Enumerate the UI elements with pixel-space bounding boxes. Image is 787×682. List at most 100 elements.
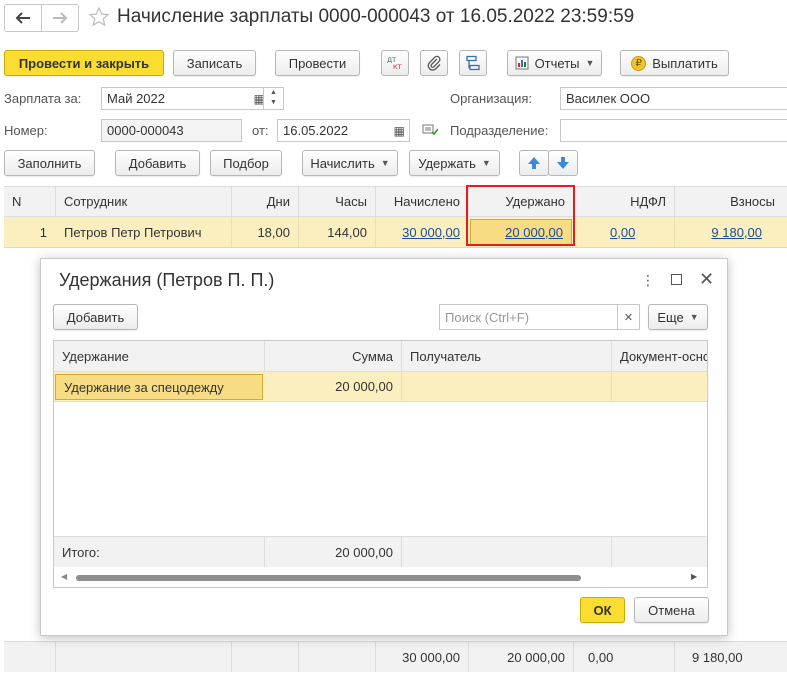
select-button[interactable]: Подбор <box>210 150 282 176</box>
arrow-right-icon[interactable] <box>42 5 79 31</box>
fill-button[interactable]: Заполнить <box>4 150 95 176</box>
calendar-icon[interactable]: ▦ <box>394 124 405 138</box>
row-ndfl-link[interactable]: 0,00 <box>610 225 635 240</box>
add-button[interactable]: Добавить <box>115 150 200 176</box>
salary-period-field[interactable]: Май 2022 ▦ <box>101 87 270 110</box>
table-row[interactable]: 1 Петров Петр Петрович 18,00 144,00 30 0… <box>4 217 787 248</box>
withholdings-dialog: Удержания (Петров П. П.) ⋮ ✕ Добавить По… <box>40 258 728 636</box>
date-value: 16.05.2022 <box>283 123 349 138</box>
accrue-label: Начислить <box>310 155 375 171</box>
scroll-right-icon[interactable]: ▶ <box>691 572 697 581</box>
dt-kt-icon: ДТ КТ <box>387 56 402 71</box>
star-icon[interactable] <box>88 6 110 28</box>
page-title: Начисление зарплаты 0000-000043 от 16.05… <box>117 6 635 27</box>
org-label: Организация: <box>450 91 533 106</box>
close-icon[interactable]: ✕ <box>699 269 714 290</box>
accrue-button[interactable]: Начислить ▼ <box>302 150 398 176</box>
dlg-total-value: 20 000,00 <box>335 544 393 560</box>
more-label: Еще <box>657 309 684 325</box>
dlg-row-doc <box>612 372 707 401</box>
date-field[interactable]: 16.05.2022 ▦ <box>277 119 410 142</box>
dialog-search-input[interactable]: Поиск (Ctrl+F) <box>439 304 639 330</box>
arrow-down-icon <box>557 157 569 169</box>
dt-kt-button[interactable]: ДТ КТ <box>381 50 409 76</box>
table-footer: 30 000,00 20 000,00 0,00 9 180,00 <box>4 641 787 672</box>
col-header-employee[interactable]: Сотрудник <box>56 187 231 216</box>
comment-icon[interactable] <box>422 123 439 137</box>
chevron-down-icon: ▼ <box>380 158 390 168</box>
organization-field[interactable]: Василек ООО <box>560 87 787 110</box>
col-header-ndfl[interactable]: НДФЛ <box>574 187 674 216</box>
scroll-left-icon[interactable]: ◀ <box>61 572 67 581</box>
footer-ndfl: 0,00 <box>588 649 614 665</box>
footer-withheld: 20 000,00 <box>507 649 565 665</box>
col-header-days[interactable]: Дни <box>232 187 298 216</box>
svg-text:КТ: КТ <box>393 63 402 71</box>
chevron-down-icon: ▼ <box>481 158 491 168</box>
nav-back-forward <box>4 4 79 32</box>
withhold-button[interactable]: Удержать ▼ <box>409 150 500 176</box>
save-button[interactable]: Записать <box>173 50 256 76</box>
move-down-button[interactable] <box>548 150 578 176</box>
col-header-n[interactable]: N <box>4 187 54 216</box>
withhold-label: Удержать <box>418 155 476 171</box>
row-hours: 144,00 <box>327 224 367 240</box>
period-stepper[interactable]: ▲ ▼ <box>263 87 284 110</box>
more-vertical-icon[interactable]: ⋮ <box>641 272 655 289</box>
table-header: N Сотрудник Дни Часы Начислено Удержано … <box>4 186 787 217</box>
move-up-button[interactable] <box>519 150 549 176</box>
chevron-down-icon: ▼ <box>689 312 699 322</box>
col-header-hours[interactable]: Часы <box>299 187 375 216</box>
report-icon <box>515 56 529 70</box>
dlg-total-label: Итого: <box>62 544 100 560</box>
cancel-button[interactable]: Отмена <box>634 597 709 623</box>
dlg-row-recipient <box>402 372 611 401</box>
dlg-col-sum[interactable]: Сумма <box>265 341 401 371</box>
dialog-table-footer: Итого: 20 000,00 <box>54 536 707 567</box>
dialog-table: Удержание Сумма Получатель Документ-осно… <box>53 340 708 588</box>
number-field[interactable]: 0000-000043 <box>101 119 242 142</box>
maximize-icon[interactable] <box>671 274 682 285</box>
col-header-contrib[interactable]: Взносы <box>675 187 787 216</box>
number-label: Номер: <box>4 123 48 138</box>
dialog-more-button[interactable]: Еще ▼ <box>648 304 708 330</box>
row-contrib-link[interactable]: 9 180,00 <box>711 225 762 240</box>
row-employee: Петров Петр Петрович <box>64 224 202 240</box>
withheld-highlight-frame <box>466 185 575 246</box>
footer-contrib: 9 180,00 <box>692 649 743 665</box>
horizontal-scrollbar[interactable]: ◀ ▶ <box>54 568 707 587</box>
scrollbar-thumb[interactable] <box>76 575 581 581</box>
arrow-up-icon <box>528 157 540 169</box>
footer-accrued: 30 000,00 <box>402 649 460 665</box>
post-button[interactable]: Провести <box>275 50 360 76</box>
attach-button[interactable] <box>420 50 448 76</box>
structure-button[interactable] <box>459 50 487 76</box>
arrow-left-icon[interactable] <box>5 5 42 31</box>
ruble-coin-icon: ₽ <box>631 55 647 71</box>
dialog-title: Удержания (Петров П. П.) <box>59 270 275 290</box>
dlg-row-sum: 20 000,00 <box>335 379 393 394</box>
salary-for-label: Зарплата за: <box>4 91 82 106</box>
dialog-add-button[interactable]: Добавить <box>53 304 138 330</box>
dlg-col-recipient[interactable]: Получатель <box>402 341 611 371</box>
dlg-col-document[interactable]: Документ-осно <box>612 341 707 371</box>
clear-search-icon[interactable]: ✕ <box>617 304 640 330</box>
reports-button[interactable]: Отчеты ▼ <box>507 50 602 76</box>
chevron-down-icon: ▼ <box>585 58 595 68</box>
ok-button[interactable]: ОК <box>580 597 625 623</box>
dlg-row-type: Удержание за спецодежду <box>55 374 263 400</box>
date-from-label: от: <box>252 123 269 138</box>
dlg-col-withholding[interactable]: Удержание <box>54 341 264 371</box>
row-accrued-link[interactable]: 30 000,00 <box>402 225 460 240</box>
search-placeholder: Поиск (Ctrl+F) <box>445 309 530 325</box>
pay-button[interactable]: ₽ Выплатить <box>620 50 729 76</box>
row-days: 18,00 <box>257 224 290 240</box>
salary-period-value: Май 2022 <box>107 91 165 106</box>
table-row[interactable]: Удержание за спецодежду 20 000,00 <box>54 372 707 402</box>
department-label: Подразделение: <box>450 123 549 138</box>
row-n: 1 <box>39 224 47 240</box>
hierarchy-icon <box>466 55 480 71</box>
post-and-close-button[interactable]: Провести и закрыть <box>4 50 164 76</box>
col-header-accrued[interactable]: Начислено <box>376 187 468 216</box>
department-field[interactable] <box>560 119 787 142</box>
